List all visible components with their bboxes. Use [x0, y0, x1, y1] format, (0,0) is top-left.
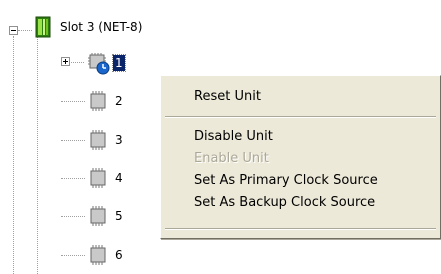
menu-item-set-backup-clock[interactable]: Set As Backup Clock Source — [194, 192, 375, 214]
slot-card-icon — [33, 16, 53, 41]
unit-label[interactable]: 3 — [115, 132, 123, 148]
menu-item-set-primary-clock[interactable]: Set As Primary Clock Source — [194, 170, 378, 192]
unit-label[interactable]: 2 — [115, 93, 123, 109]
menu-item-enable-unit: Enable Unit — [194, 151, 269, 166]
tree-line-unit-2 — [61, 101, 85, 102]
menu-separator — [165, 228, 436, 230]
unit-label[interactable]: 4 — [115, 170, 123, 186]
chip-icon — [87, 129, 109, 154]
unit-label[interactable]: 5 — [115, 208, 123, 224]
tree-line-root — [18, 30, 32, 31]
menu-item-disable-unit[interactable]: Disable Unit — [194, 126, 273, 148]
unit-1-label[interactable]: 1 — [112, 54, 126, 72]
chip-icon — [87, 90, 109, 115]
tree-line-root-trunk — [37, 34, 38, 274]
chip-icon — [87, 205, 109, 230]
unit-label[interactable]: 6 — [115, 247, 123, 263]
chip-icon — [87, 244, 109, 269]
tree-line-unit-3 — [61, 140, 85, 141]
tree-line-unit-4 — [61, 178, 85, 179]
chip-clock-icon — [87, 51, 111, 78]
root-label[interactable]: Slot 3 (NET-8) — [60, 19, 142, 35]
expand-unit-1-button[interactable] — [61, 57, 70, 66]
context-menu: Reset Unit Disable Unit Enable Unit Set … — [160, 75, 441, 239]
menu-separator — [165, 116, 436, 118]
menu-item-reset-unit[interactable]: Reset Unit — [194, 86, 261, 108]
tree-line-unit-6 — [61, 255, 85, 256]
tree-line-left-edge — [13, 36, 14, 274]
tree-line-unit-5 — [61, 216, 85, 217]
chip-icon — [87, 167, 109, 192]
collapse-root-button[interactable] — [9, 26, 18, 35]
